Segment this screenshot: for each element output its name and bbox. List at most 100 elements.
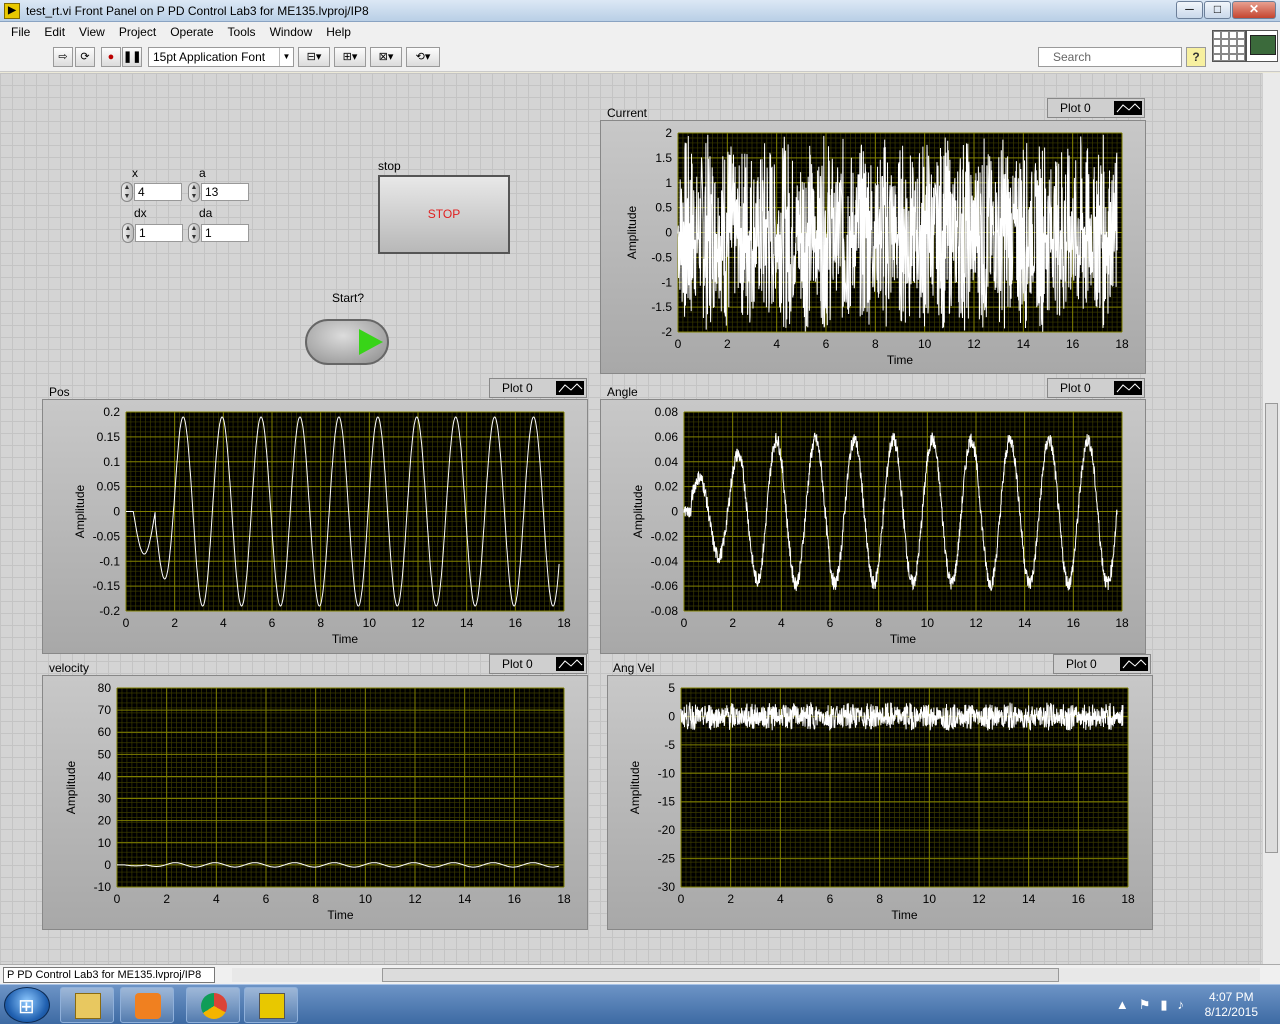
vertical-scrollbar[interactable]: [1262, 73, 1280, 964]
dx-control[interactable]: ▲ ▼ 1: [122, 223, 184, 243]
search-input[interactable]: Search: [1038, 47, 1182, 67]
x-tick-label: 2: [171, 616, 178, 630]
run-arrow-icon[interactable]: ⇨: [53, 47, 73, 67]
legend-label: Plot 0: [502, 657, 533, 671]
show-hidden-icons[interactable]: ▲: [1116, 997, 1129, 1013]
x-tick-label: 0: [678, 892, 685, 906]
menu-help[interactable]: Help: [319, 25, 358, 39]
stop-button[interactable]: STOP: [378, 175, 510, 254]
play-icon: [359, 329, 383, 355]
run-continuously-icon[interactable]: ⟳: [75, 47, 95, 67]
x-tick-label: 6: [269, 616, 276, 630]
resize-objects-icon[interactable]: ⊠▾: [370, 47, 402, 67]
a-value[interactable]: 13: [201, 183, 249, 201]
x-axis-label: Time: [327, 908, 354, 922]
reorder-icon[interactable]: ⟲▾: [406, 47, 440, 67]
y-tick-label: -5: [664, 738, 675, 752]
context-help-icon[interactable]: ?: [1186, 47, 1206, 67]
y-tick-label: 60: [98, 725, 112, 739]
project-path[interactable]: P PD Control Lab3 for ME135.lvproj/IP8: [3, 967, 215, 983]
start-orb-icon[interactable]: [4, 987, 50, 1023]
dx-spinner-icon[interactable]: ▲ ▼: [122, 223, 134, 243]
minimize-button[interactable]: ─: [1176, 1, 1203, 19]
horizontal-scrollbar[interactable]: [232, 968, 1260, 982]
x-axis-label: Time: [890, 632, 917, 646]
menu-view[interactable]: View: [72, 25, 112, 39]
menu-operate[interactable]: Operate: [163, 25, 220, 39]
x-tick-label: 6: [827, 616, 834, 630]
current-plot-legend[interactable]: Plot 0: [1047, 98, 1145, 118]
menu-project[interactable]: Project: [112, 25, 163, 39]
x-value[interactable]: 4: [134, 183, 182, 201]
menu-window[interactable]: Window: [263, 25, 320, 39]
align-objects-icon[interactable]: ⊟▾: [298, 47, 330, 67]
angvel-plot-legend[interactable]: Plot 0: [1053, 654, 1151, 674]
velocity-graph-svg: 0 2 4 6 8 10 12 14 16 1880706050403020100-10TimeA…: [64, 681, 571, 922]
menu-file[interactable]: File: [4, 25, 37, 39]
da-spinner-icon[interactable]: ▲ ▼: [188, 223, 200, 243]
y-tick-label: -2: [661, 325, 672, 339]
velocity-plot-legend[interactable]: Plot 0: [489, 654, 587, 674]
start-button[interactable]: [305, 319, 389, 365]
y-tick-label: -0.06: [651, 579, 679, 593]
network-icon[interactable]: ▮: [1160, 997, 1167, 1013]
y-axis-label: Amplitude: [631, 485, 645, 539]
action-center-icon[interactable]: ⚑: [1139, 997, 1151, 1013]
dx-value[interactable]: 1: [135, 224, 183, 242]
x-label: x: [132, 166, 138, 180]
pos-plot-legend[interactable]: Plot 0: [489, 378, 587, 398]
a-spinner-icon[interactable]: ▲ ▼: [188, 182, 200, 202]
x-tick-label: 6: [823, 337, 830, 351]
x-tick-label: 14: [1018, 616, 1032, 630]
taskbar-labview[interactable]: [244, 987, 298, 1023]
x-tick-label: 0: [114, 892, 121, 906]
angle-graph-svg: 0 2 4 6 8 10 12 14 16 18 0.08 0.06 0.04 0.02 0 -0.02 -0.…: [631, 405, 1129, 646]
pause-icon[interactable]: ❚❚: [122, 47, 142, 67]
close-button[interactable]: ✕: [1232, 1, 1276, 19]
abort-icon[interactable]: ●: [101, 47, 121, 67]
vertical-scroll-thumb[interactable]: [1265, 403, 1278, 853]
x-tick-label: 10: [923, 892, 937, 906]
a-control[interactable]: ▲ ▼ 13: [188, 182, 250, 202]
menu-edit[interactable]: Edit: [37, 25, 72, 39]
y-tick-label: 0.02: [655, 480, 679, 494]
font-selector[interactable]: 15pt Application Font ▼: [148, 47, 294, 67]
y-tick-label: 10: [98, 836, 112, 850]
y-tick-label: 0: [104, 858, 111, 872]
x-spinner-icon[interactable]: ▲ ▼: [121, 182, 133, 202]
taskbar-chrome[interactable]: [186, 987, 240, 1023]
x-tick-label: 18: [1121, 892, 1135, 906]
x-tick-label: 0: [681, 616, 688, 630]
current-graph-svg: 0 2 4 6 8 10 12 14 16 18 2 1.5 1 0.5 0 -0.5 -1 -1.5 -2 Time…: [625, 126, 1129, 367]
x-tick-label: 14: [458, 892, 472, 906]
x-control[interactable]: ▲ ▼ 4: [121, 182, 183, 202]
taskbar-media-player[interactable]: [120, 987, 174, 1023]
volume-icon[interactable]: ♪: [1178, 997, 1185, 1013]
system-clock[interactable]: 4:07 PM 8/12/2015: [1205, 990, 1258, 1020]
y-tick-label: 5: [668, 681, 675, 695]
pos-graph-title: Pos: [49, 385, 70, 399]
distribute-objects-icon[interactable]: ⊞▾: [334, 47, 366, 67]
y-tick-label: 0.08: [655, 405, 679, 419]
x-tick-label: 10: [921, 616, 935, 630]
x-axis-label: Time: [891, 908, 918, 922]
x-tick-label: 6: [827, 892, 834, 906]
y-axis-label: Amplitude: [64, 761, 78, 815]
chrome-icon: [201, 993, 227, 1019]
x-axis-label: Time: [332, 632, 359, 646]
x-tick-label: 2: [724, 337, 731, 351]
y-tick-label: -0.5: [651, 250, 672, 264]
maximize-button[interactable]: □: [1204, 1, 1231, 19]
menu-tools[interactable]: Tools: [221, 25, 263, 39]
y-tick-label: 0: [671, 505, 678, 519]
da-control[interactable]: ▲ ▼ 1: [188, 223, 250, 243]
horizontal-scroll-thumb[interactable]: [382, 968, 1059, 982]
da-value[interactable]: 1: [201, 224, 249, 242]
y-tick-label: 0.1: [103, 455, 120, 469]
x-tick-label: 14: [1022, 892, 1036, 906]
taskbar-explorer[interactable]: [60, 987, 114, 1023]
y-axis-label: Amplitude: [73, 485, 87, 539]
angle-plot-legend[interactable]: Plot 0: [1047, 378, 1145, 398]
x-tick-label: 16: [1066, 337, 1080, 351]
y-tick-label: -0.08: [651, 604, 679, 618]
